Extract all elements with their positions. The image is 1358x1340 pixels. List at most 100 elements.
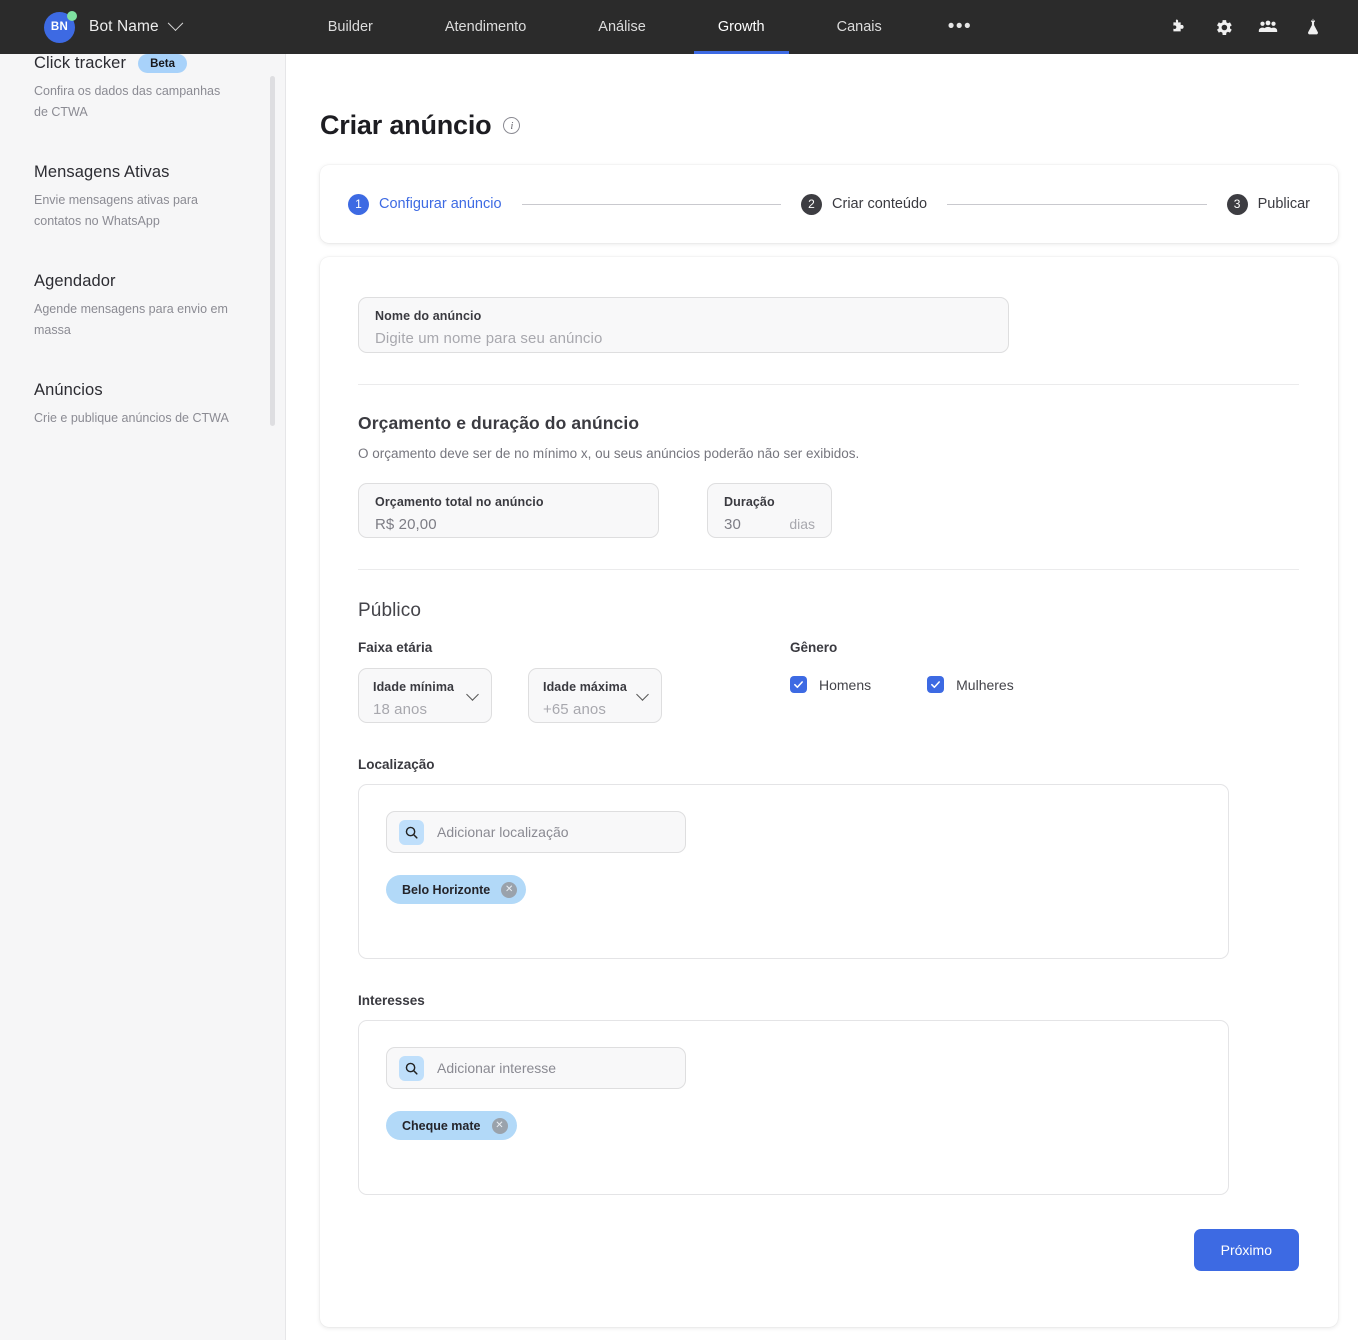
age-range-label: Faixa etária [358,640,433,655]
nav-item-analise[interactable]: Análise [562,0,682,54]
sidebar-scrollbar[interactable] [270,76,275,426]
puzzle-icon[interactable] [1167,16,1189,38]
step-publicar[interactable]: 3 Publicar [1226,193,1310,215]
sidebar-item-header: Agendador [34,272,251,291]
step-configurar-anuncio[interactable]: 1 Configurar anúncio [348,193,502,215]
location-box: Adicionar localização Belo Horizonte ✕ [358,784,1229,959]
chevron-down-icon[interactable] [167,14,183,31]
audience-row: Faixa etária Idade mínima 18 anos Idade … [358,640,1300,723]
age-min-select[interactable]: Idade mínima 18 anos [358,668,492,723]
brand-name-label: Bot Name [89,18,159,35]
age-range-group: Faixa etária Idade mínima 18 anos Idade … [358,640,790,723]
location-search-placeholder: Adicionar localização [437,824,569,840]
duration-unit-label: dias [789,516,815,532]
step-label: Configurar anúncio [379,196,502,212]
budget-total-input[interactable]: Orçamento total no anúncio R$ 20,00 [358,483,659,538]
duration-label: Duração [724,495,775,509]
nav-item-canais[interactable]: Canais [801,0,918,54]
sidebar-item-title: Mensagens Ativas [34,163,170,181]
nav-more-menu-button[interactable]: ••• [918,16,1002,38]
page-header: Criar anúncio i [320,110,1332,141]
ad-configuration-form: Nome do anúncio Digite um nome para seu … [320,257,1338,1327]
info-icon[interactable]: i [503,117,521,134]
budget-section-title: Orçamento e duração do anúncio [358,413,640,433]
sidebar-item-description: Confira os dados das campanhas de CTWA [34,84,221,119]
location-chips: Belo Horizonte ✕ [386,875,1228,904]
sidebar-item-header: Mensagens Ativas [34,163,251,182]
budget-total-label: Orçamento total no anúncio [375,495,544,509]
step-connector [521,203,782,205]
sidebar-item-agendador[interactable]: Agendador Agende mensagens para envio em… [0,272,285,341]
audience-section-title: Público [358,600,422,621]
search-icon [399,1055,424,1081]
step-label: Criar conteúdo [832,196,928,212]
nav-item-atendimento[interactable]: Atendimento [409,0,562,54]
interests-search-placeholder: Adicionar interesse [437,1060,557,1076]
gender-label-mulheres: Mulheres [956,676,1014,693]
duration-input[interactable]: Duração 30 dias [707,483,832,538]
nav-item-builder[interactable]: Builder [292,0,409,54]
sidebar-item-title: Agendador [34,272,116,290]
gender-label: Gênero [790,640,838,655]
ad-name-placeholder: Digite um nome para seu anúncio [375,330,603,347]
sidebar-item-description: Agende mensagens para envio em massa [34,302,228,337]
interests-box: Adicionar interesse Cheque mate ✕ [358,1020,1229,1195]
step-label: Publicar [1257,196,1310,212]
step-number: 2 [801,193,823,215]
location-search-input[interactable]: Adicionar localização [386,811,686,853]
checkbox-checked-icon [790,676,807,693]
next-button[interactable]: Próximo [1193,1229,1299,1271]
interests-search-input[interactable]: Adicionar interesse [386,1047,686,1089]
age-max-select[interactable]: Idade máxima +65 anos [528,668,662,723]
duration-value: 30 [724,516,741,533]
age-max-value: +65 anos [543,701,606,718]
sidebar-item-mensagens-ativas[interactable]: Mensagens Ativas Envie mensagens ativas … [0,163,285,232]
sidebar-item-anuncios[interactable]: Anúncios Crie e publique anúncios de CTW… [0,381,285,429]
age-min-value: 18 anos [373,701,428,718]
interests-label: Interesses [358,993,425,1008]
close-icon[interactable]: ✕ [501,881,518,898]
nav-items: Builder Atendimento Análise Growth Canai… [292,0,1002,54]
step-connector [947,203,1207,205]
step-number: 1 [348,193,369,215]
divider [358,569,1299,570]
avatar: BN [44,10,77,43]
budget-section-subtitle: O orçamento deve ser de no mínimo x, ou … [358,446,860,461]
location-chip[interactable]: Belo Horizonte ✕ [386,875,527,904]
stepper: 1 Configurar anúncio 2 Criar conteúdo 3 … [320,165,1338,243]
nav-item-growth[interactable]: Growth [682,0,801,54]
budget-total-value: R$ 20,00 [375,516,437,533]
sidebar-item-description: Crie e publique anúncios de CTWA [34,411,229,425]
flask-icon[interactable] [1302,16,1324,38]
brand-selector[interactable]: BN Bot Name [44,10,183,43]
online-status-dot [67,10,77,21]
sidebar: Click tracker Beta Confira os dados das … [0,54,286,1340]
step-criar-conteudo[interactable]: 2 Criar conteúdo [801,193,928,215]
age-min-label: Idade mínima [373,680,455,694]
interest-chip[interactable]: Cheque mate ✕ [386,1111,517,1140]
chip-label: Cheque mate [402,1118,481,1133]
search-icon [399,819,424,845]
nav-right-icons [1167,16,1324,38]
checkbox-checked-icon [927,676,945,693]
sidebar-item-click-tracker[interactable]: Click tracker Beta Confira os dados das … [0,54,285,123]
gender-checkbox-homens[interactable]: Homens [790,676,871,693]
gear-icon[interactable] [1212,16,1234,38]
gender-label-homens: Homens [819,676,872,693]
chip-label: Belo Horizonte [402,882,491,897]
page-title: Criar anúncio [320,110,492,140]
gender-checkbox-mulheres[interactable]: Mulheres [927,676,1014,693]
interests-chips: Cheque mate ✕ [386,1111,1228,1140]
sidebar-item-header: Click tracker Beta [34,54,251,73]
gender-group: Gênero Homens Mulheres [790,640,1014,723]
ad-name-label: Nome do anúncio [375,309,482,323]
ad-name-input[interactable]: Nome do anúncio Digite um nome para seu … [358,297,1009,353]
budget-row: Orçamento total no anúncio R$ 20,00 Dura… [358,483,1300,538]
sidebar-item-header: Anúncios [34,381,251,400]
people-icon[interactable] [1257,16,1279,38]
sidebar-item-title: Click tracker [34,54,127,72]
close-icon[interactable]: ✕ [491,1117,508,1134]
divider [358,384,1299,385]
location-label: Localização [358,757,435,772]
main-content: Criar anúncio i 1 Configurar anúncio 2 C… [286,54,1358,1340]
